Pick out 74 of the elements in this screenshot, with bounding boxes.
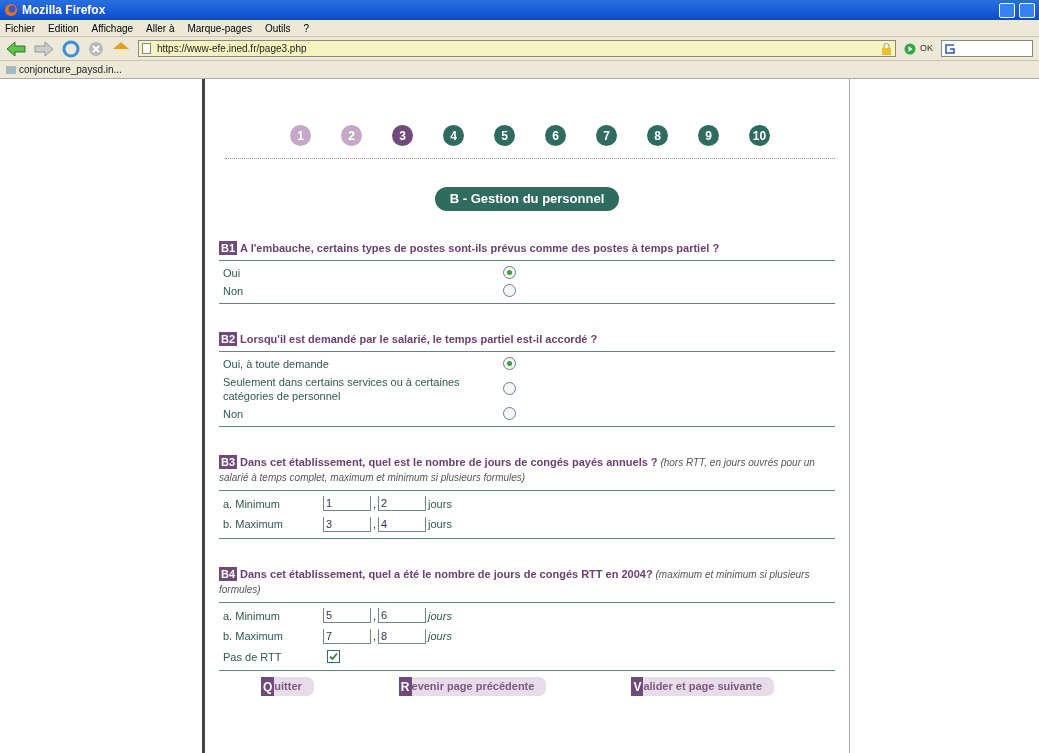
- browser-logo-icon: [4, 3, 18, 17]
- input-field[interactable]: 7: [323, 628, 371, 644]
- unit-label: jours: [428, 608, 452, 624]
- nav-button[interactable]: V alider et page suivante: [631, 677, 775, 696]
- question-text: B3 Dans cet établissement, quel est le nombre de jours de congés payés annuels ? (hors RTT, en jours ouvrés pour un salarié à temps complet, maximum et minimum si plusieurs formules): [219, 454, 816, 485]
- menu-item[interactable]: Outils: [264, 20, 291, 36]
- step-number[interactable]: 3: [392, 125, 413, 146]
- restore-button[interactable]: [1019, 2, 1035, 18]
- nav-button[interactable]: Q uitter: [261, 677, 314, 696]
- unit-label: jours: [428, 517, 452, 532]
- question-text: B4 Dans cet établissement, quel a été le nombre de jours de congés RTT en 2004? (maximum et minimum si plusieurs formules): [219, 566, 811, 597]
- input-field[interactable]: 8: [378, 628, 427, 644]
- row-label: b. Maximum: [223, 629, 284, 644]
- question-text: B1 A l'embauche, certains types de postes sont-ils prévus comme des postes à temps partiel ?: [219, 240, 721, 255]
- minimize-button[interactable]: [999, 2, 1015, 18]
- menu-item[interactable]: Affichage: [91, 20, 134, 36]
- bookmark-item[interactable]: conjoncture_paysd.in...: [19, 62, 122, 77]
- input-field[interactable]: 2: [378, 496, 427, 512]
- lock-icon: [881, 42, 892, 55]
- stop-icon[interactable]: [88, 40, 104, 57]
- page-icon: [142, 43, 151, 54]
- option-label: Non: [223, 283, 245, 298]
- radio-button[interactable]: [503, 284, 516, 297]
- radio-button[interactable]: [503, 266, 516, 279]
- window-title: Mozilla Firefox: [22, 2, 106, 19]
- menu-item[interactable]: ?: [303, 20, 310, 36]
- input-field[interactable]: 3: [323, 516, 371, 532]
- decimal-separator: ,: [372, 517, 378, 532]
- step-number[interactable]: 8: [647, 125, 668, 146]
- option-label: Oui, à toute demande: [223, 356, 330, 371]
- forward-icon[interactable]: [34, 40, 54, 57]
- step-number[interactable]: 9: [698, 125, 719, 146]
- radio-button[interactable]: [503, 382, 516, 395]
- go-label[interactable]: OK: [920, 41, 933, 56]
- unit-label: jours: [428, 496, 452, 512]
- input-field[interactable]: 6: [378, 608, 427, 624]
- row-label: a. Minimum: [223, 496, 281, 512]
- search-field[interactable]: [941, 40, 1033, 57]
- menu-item[interactable]: Marque-pages: [187, 20, 252, 36]
- reload-icon[interactable]: [62, 39, 80, 58]
- decimal-separator: ,: [372, 496, 378, 512]
- go-icon[interactable]: [904, 42, 916, 55]
- radio-button[interactable]: [503, 407, 516, 420]
- option-label: Non: [223, 406, 245, 421]
- row-label: b. Maximum: [223, 517, 284, 532]
- input-field[interactable]: 5: [323, 608, 371, 624]
- menu-item[interactable]: Edition: [48, 20, 79, 36]
- section-title: B - Gestion du personnel: [434, 187, 620, 211]
- decimal-separator: ,: [372, 608, 378, 624]
- question-text: B2 Lorsqu'il est demandé par le salarié, le temps partiel est-il accordé ?: [219, 331, 599, 346]
- search-engine-icon: [944, 42, 956, 55]
- step-number[interactable]: 10: [749, 125, 770, 146]
- bookmark-icon: [6, 65, 16, 74]
- menu-item[interactable]: Fichier: [5, 20, 35, 36]
- home-icon[interactable]: [112, 39, 130, 58]
- input-field[interactable]: 4: [378, 516, 427, 532]
- step-number[interactable]: 7: [596, 125, 617, 146]
- url-text: https://www-efe.ined.fr/page3.php: [157, 42, 307, 56]
- option-label: Seulement dans certains services ou à certaines catégories de personnel: [223, 374, 461, 403]
- checkbox[interactable]: [327, 650, 340, 664]
- checkbox-label: Pas de RTT: [223, 649, 283, 665]
- unit-label: jours: [428, 629, 452, 644]
- nav-button[interactable]: R evenir page précédente: [398, 677, 547, 696]
- row-label: a. Minimum: [223, 608, 281, 624]
- step-number[interactable]: 4: [443, 125, 464, 146]
- address-bar[interactable]: https://www-efe.ined.fr/page3.php: [138, 40, 896, 57]
- step-number[interactable]: 6: [545, 125, 566, 146]
- input-field[interactable]: 1: [323, 496, 371, 512]
- option-label: Oui: [223, 265, 242, 280]
- radio-button[interactable]: [503, 357, 516, 370]
- decimal-separator: ,: [372, 629, 378, 644]
- back-icon[interactable]: [6, 40, 26, 57]
- menu-item[interactable]: Aller à: [146, 20, 175, 36]
- step-number[interactable]: 5: [494, 125, 515, 146]
